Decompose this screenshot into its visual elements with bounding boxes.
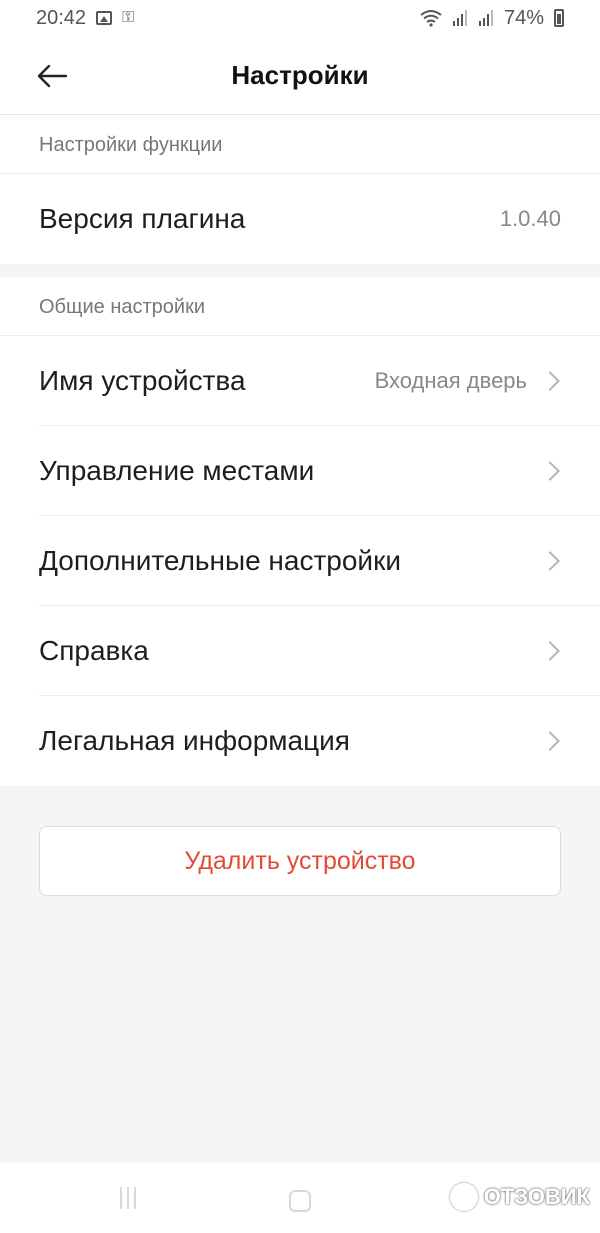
help-label: Справка — [39, 634, 149, 666]
key-icon: ⚿ — [122, 9, 135, 26]
arrow-left-icon — [37, 64, 68, 88]
battery-percent: 74% — [503, 6, 544, 29]
plugin-version-row: Версия плагина 1.0.40 — [39, 174, 600, 264]
wifi-icon — [420, 10, 442, 27]
back-button[interactable] — [32, 56, 72, 96]
watermark-text: ОТЗОВИК — [483, 1184, 590, 1209]
delete-device-button[interactable]: Удалить устройство — [39, 826, 561, 896]
chevron-right-icon — [540, 640, 560, 661]
section-title: Настройки функции — [0, 115, 600, 174]
chevron-right-icon — [540, 370, 560, 391]
legal-info-row[interactable]: Легальная информация — [39, 696, 600, 786]
chevron-right-icon — [540, 731, 560, 751]
signal-icon — [478, 10, 493, 26]
section-title: Общие настройки — [0, 277, 600, 336]
manage-places-label: Управление местами — [39, 454, 315, 486]
plugin-version-label: Версия плагина — [39, 203, 246, 234]
device-name-row[interactable]: Имя устройства Входная дверь — [39, 336, 600, 426]
home-button[interactable] — [289, 1190, 311, 1212]
page-title: Настройки — [231, 59, 369, 90]
help-row[interactable]: Справка — [39, 606, 600, 696]
status-right: 74% — [420, 7, 564, 30]
status-left: 20:42 ⚿ — [36, 7, 134, 30]
device-name-label: Имя устройства — [39, 364, 246, 396]
watermark: ОТЗОВИК — [449, 1183, 590, 1211]
manage-places-row[interactable]: Управление местами — [39, 426, 600, 516]
chevron-right-icon — [540, 460, 560, 481]
signal-icon — [452, 10, 467, 26]
app-header: Настройки — [0, 36, 600, 115]
advanced-settings-label: Дополнительные настройки — [39, 544, 401, 576]
navigation-bar: ОТЗОВИК — [0, 1163, 600, 1233]
watermark-logo-icon — [449, 1183, 478, 1211]
status-time: 20:42 — [36, 6, 87, 29]
battery-icon — [554, 9, 564, 27]
recents-button[interactable] — [120, 1187, 136, 1209]
device-name-value: Входная дверь — [374, 367, 527, 393]
feature-settings-section: Настройки функции Версия плагина 1.0.40 — [0, 115, 600, 264]
chevron-right-icon — [540, 550, 560, 571]
plugin-version-value: 1.0.40 — [499, 206, 561, 231]
general-settings-section: Общие настройки Имя устройства Входная д… — [0, 277, 600, 786]
legal-info-label: Легальная информация — [39, 725, 350, 756]
status-bar: 20:42 ⚿ 74% — [0, 0, 600, 36]
image-icon — [96, 11, 113, 25]
advanced-settings-row[interactable]: Дополнительные настройки — [39, 516, 600, 606]
